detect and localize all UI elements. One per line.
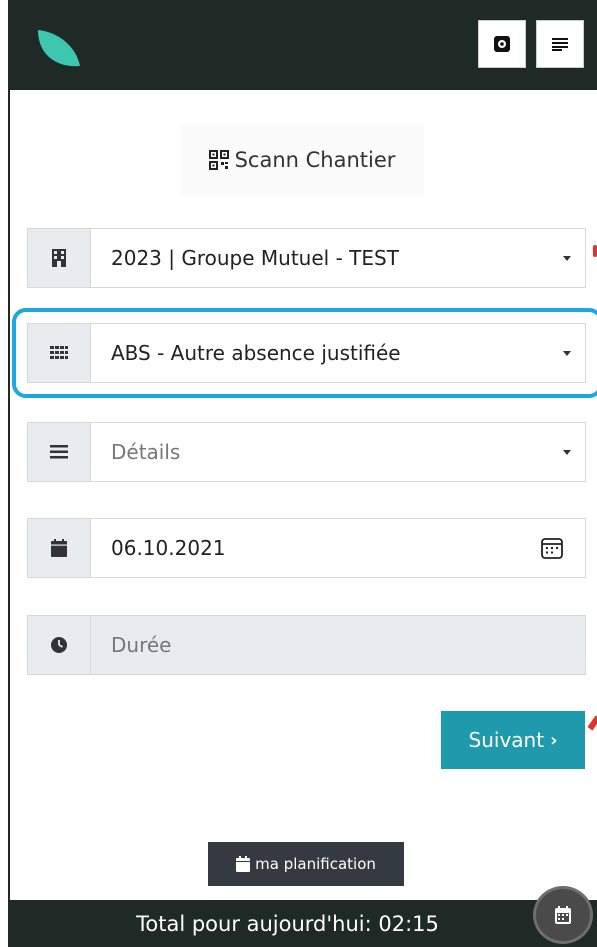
chevron-right-icon: › (550, 729, 558, 751)
app-logo (38, 30, 80, 67)
next-button-label: Suivant (468, 728, 545, 752)
project-select-group: 2023 | Groupe Mutuel - TEST (27, 228, 586, 288)
date-picker-icon[interactable] (541, 537, 563, 564)
red-annotation-mark (593, 245, 597, 257)
chevron-down-icon (563, 450, 571, 455)
left-frame-line (8, 0, 10, 947)
duration-input-group: Durée (27, 615, 586, 675)
clock-icon (51, 637, 67, 653)
details-select-group: Détails (27, 422, 586, 482)
project-addon (28, 229, 91, 287)
project-select[interactable]: 2023 | Groupe Mutuel - TEST (91, 229, 585, 287)
duration-addon (28, 616, 91, 674)
date-input[interactable]: 06.10.2021 (91, 519, 585, 577)
calendar-icon (555, 906, 571, 924)
calendar-icon (236, 856, 251, 872)
date-input-group: 06.10.2021 (27, 518, 586, 578)
menu-icon (552, 38, 568, 51)
details-addon (28, 423, 91, 481)
chevron-down-icon (563, 351, 571, 356)
category-value: ABS - Autre absence justifiée (111, 341, 401, 365)
grid-icon (50, 346, 68, 359)
gear-icon (494, 36, 510, 52)
menu-button[interactable] (536, 20, 584, 68)
my-planning-button[interactable]: ma planification (208, 842, 404, 886)
date-value: 06.10.2021 (111, 536, 226, 560)
duration-input[interactable]: Durée (91, 616, 585, 674)
calendar-fab-button[interactable] (533, 886, 593, 944)
settings-button[interactable] (478, 20, 526, 68)
top-bar (8, 0, 597, 90)
category-select-group: ABS - Autre absence justifiée (27, 323, 586, 383)
building-icon (52, 249, 66, 267)
chevron-down-icon (563, 256, 571, 261)
details-select[interactable]: Détails (91, 423, 585, 481)
calendar-icon (51, 539, 67, 557)
my-planning-label: ma planification (255, 855, 376, 873)
red-annotation-mark (587, 715, 597, 731)
duration-placeholder: Durée (111, 633, 172, 657)
daily-total-text: Total pour aujourd'hui: 02:15 (136, 911, 439, 936)
category-addon (28, 324, 91, 382)
details-placeholder: Détails (111, 440, 181, 464)
scan-chantier-label: Scann Chantier (234, 148, 396, 172)
category-select[interactable]: ABS - Autre absence justifiée (91, 324, 585, 382)
next-button[interactable]: Suivant › (441, 711, 585, 769)
scan-chantier-button[interactable]: Scann Chantier (180, 125, 424, 195)
project-value: 2023 | Groupe Mutuel - TEST (111, 246, 399, 270)
date-addon (28, 519, 91, 577)
footer-bar: Total pour aujourd'hui: 02:15 (8, 900, 597, 947)
qr-code-icon (208, 150, 229, 170)
list-icon (50, 445, 68, 459)
